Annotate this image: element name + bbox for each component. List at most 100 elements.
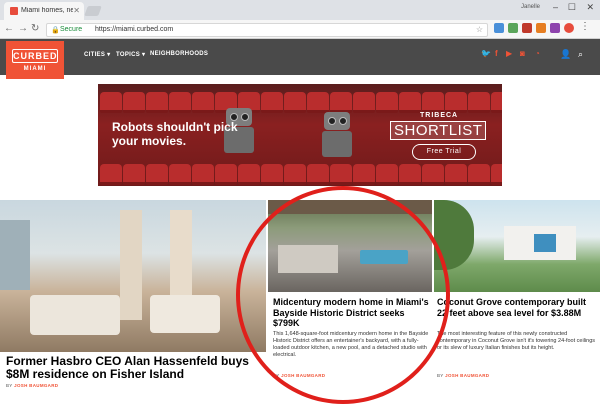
theater-seat [399,164,421,185]
user-account-icon[interactable]: 👤 [560,49,571,60]
theater-seat [261,164,283,185]
theater-seat [422,92,444,113]
chevron-down-icon: ▾ [107,52,111,58]
reload-icon[interactable]: ↻ [31,23,39,34]
story-dek: The most interesting feature of this new… [437,331,596,351]
theater-seat [399,92,421,113]
browser-tab-bar: Miami homes, neighborhoods ✕ Janelle – ☐… [0,0,600,20]
address-bar[interactable]: 🔒 Secure https://miami.curbed.com ☆ [46,23,488,37]
bookmark-star-icon[interactable]: ☆ [476,25,483,34]
browser-tab[interactable]: Miami homes, neighborhoods ✕ [4,2,84,20]
theater-seat [169,164,191,185]
secure-label: Secure [60,26,83,33]
byline-author[interactable]: JOSH BAUMGARD [445,373,489,378]
instagram-icon[interactable]: ◙ [520,49,525,58]
logo-brand: CURBED [12,49,58,63]
free-trial-button[interactable]: Free Trial [412,144,476,160]
story-headline[interactable]: Former Hasbro CEO Alan Hassenfeld buys $… [6,355,256,381]
theater-seat [468,92,490,113]
theater-seat [330,164,352,185]
nav-topics-label: TOPICS [116,52,141,58]
nav-topics[interactable]: TOPICS ▾ [116,51,145,58]
extension-icon[interactable] [536,23,546,33]
theater-seat [192,164,214,185]
theater-seat [330,92,352,113]
theater-seat [445,164,467,185]
theater-seat [422,164,444,185]
highlight-circle-annotation [236,186,450,404]
close-tab-icon[interactable]: ✕ [73,6,80,15]
story-image-fisher-island[interactable] [0,200,266,352]
theater-seat [353,92,375,113]
theater-seat [307,164,329,185]
rss-icon[interactable]: ◔ [535,49,540,58]
curbed-favicon-icon [10,7,18,15]
theater-seat [491,164,502,185]
curbed-miami-logo[interactable]: CURBED MIAMI [6,41,64,79]
extension-icon[interactable] [508,23,518,33]
theater-seat [146,92,168,113]
theater-seat [238,164,260,185]
theater-seats-back [98,92,502,113]
ad-brand-main: SHORTLIST [390,121,487,140]
facebook-icon[interactable]: f [495,49,498,58]
twitter-icon[interactable]: 🐦 [481,49,491,58]
theater-seat [353,164,375,185]
tower-image-detail [0,220,30,290]
extension-icon[interactable] [550,23,560,33]
chevron-down-icon: ▾ [142,52,146,58]
theater-seat [215,164,237,185]
story-headline[interactable]: Coconut Grove contemporary built 22 feet… [437,297,597,318]
forward-arrow-icon[interactable]: → [18,23,28,34]
theater-seat [100,164,122,185]
extension-icon[interactable] [564,23,574,33]
theater-seat [284,92,306,113]
site-header: CURBED MIAMI CITIES ▾ TOPICS ▾ NEIGHBORH… [0,39,600,79]
youtube-icon[interactable]: ▶ [506,49,512,58]
window-user-name[interactable]: Janelle [521,4,540,10]
menu-kebab-icon[interactable]: ⋮ [580,22,590,32]
theater-seat [123,92,145,113]
story-image-coconut-grove[interactable] [434,200,600,292]
byline-prefix: BY [6,383,13,388]
theater-seat [307,92,329,113]
sofa-image-detail [30,295,120,335]
url-text[interactable]: https://miami.curbed.com [95,26,173,33]
theater-seat [146,164,168,185]
new-tab-button[interactable] [84,6,102,16]
theater-seat [468,164,490,185]
theater-seat [376,92,398,113]
theater-seats-front [98,164,502,185]
theater-seat [445,92,467,113]
theater-seat [261,92,283,113]
theater-seat [192,92,214,113]
minimize-icon[interactable]: – [553,2,558,12]
theater-seat [100,92,122,113]
byline-author[interactable]: JOSH BAUMGARD [14,383,58,388]
ad-brand-top: TRIBECA [420,112,459,119]
close-window-icon[interactable]: ✕ [586,2,594,13]
story-byline: BY JOSH BAUMGARD [6,383,58,388]
theater-seat [491,92,502,113]
tab-title: Miami homes, neighborhoods [21,7,73,14]
window-image-detail [534,234,556,252]
story-byline: BY JOSH BAUMGARD [437,373,489,378]
search-icon[interactable]: ⌕ [578,49,583,60]
back-arrow-icon[interactable]: ← [4,23,14,34]
advertisement-banner[interactable]: Robots shouldn't pick your movies. TRIBE… [98,84,502,186]
maximize-icon[interactable]: ☐ [568,2,576,13]
nav-neighborhoods[interactable]: NEIGHBORHOODS [150,51,208,57]
robot-illustration [320,112,354,158]
theater-seat [169,92,191,113]
byline-prefix: BY [437,373,444,378]
column-image-detail [120,210,142,320]
theater-seat [284,164,306,185]
extension-icon[interactable] [494,23,504,33]
extension-icon[interactable] [522,23,532,33]
nav-cities[interactable]: CITIES ▾ [84,51,110,58]
nav-cities-label: CITIES [84,52,106,58]
ad-headline: Robots shouldn't pick your movies. [112,120,238,148]
chair-image-detail [150,295,220,333]
theater-seat [376,164,398,185]
logo-city: MIAMI [23,66,47,72]
